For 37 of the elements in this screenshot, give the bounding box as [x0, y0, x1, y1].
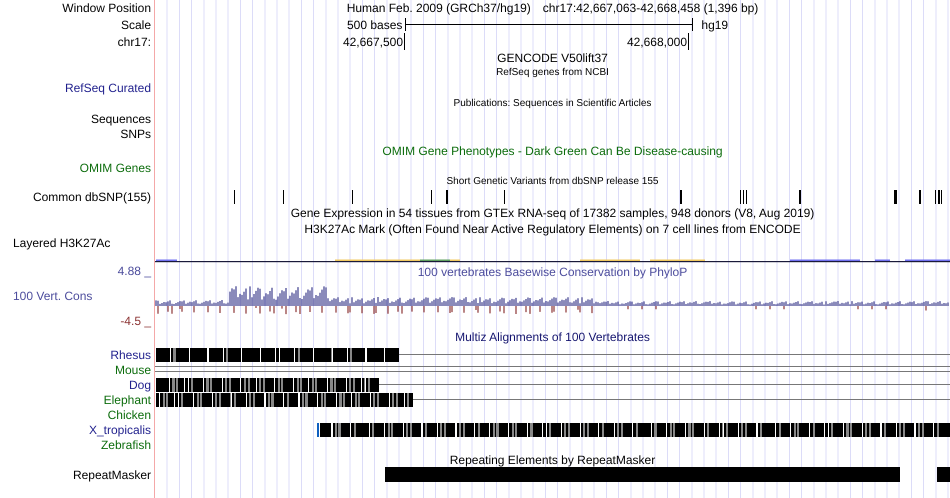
- track-title: Publications: Sequences in Scientific Articles: [454, 98, 652, 108]
- track-title: H3K27Ac Mark (Often Found Near Active Regulatory Elements) on 7 cell lines from ENCODE: [304, 222, 801, 234]
- axis-max-label: 4.88 _: [118, 265, 151, 277]
- species-label[interactable]: Mouse: [114, 364, 151, 376]
- track-title: OMIM Gene Phenotypes - Dark Green Can Be Disease-causing: [382, 145, 723, 157]
- scale-assembly: hg19: [701, 18, 728, 30]
- track-title: RefSeq genes from NCBI: [496, 68, 609, 78]
- position-label: chr17:42,667,063-42,668,458 (1,396 bp): [542, 2, 758, 14]
- species-label[interactable]: Dog: [128, 378, 151, 390]
- track-label: Window Position: [61, 0, 152, 16]
- repeat-bar: [937, 467, 950, 482]
- track-label[interactable]: RefSeq Curated: [64, 82, 151, 94]
- assembly-label: Human Feb. 2009 (GRCh37/hg19): [346, 2, 531, 14]
- axis-min-label: -4.5 _: [120, 315, 151, 327]
- coordinate-label: 42,667,500: [342, 33, 405, 50]
- species-label[interactable]: Zebrafish: [100, 438, 151, 450]
- track-label[interactable]: SNPs: [120, 128, 151, 140]
- track-title: Gene Expression in 54 tissues from GTEx RNA-seq of 17382 samples, 948 donors (V8, Aug 2019): [290, 207, 814, 219]
- track-title: Repeating Elements by RepeatMasker: [450, 454, 656, 466]
- track-label[interactable]: 100 Vert. Cons: [0, 290, 92, 302]
- track-label[interactable]: RepeatMasker: [72, 469, 151, 481]
- scale-length: 500 bases: [347, 18, 402, 30]
- species-label[interactable]: Rhesus: [110, 348, 151, 360]
- species-label[interactable]: X_tropicalis: [88, 424, 151, 436]
- track-title: Short Genetic Variants from dbSNP release 155: [446, 176, 658, 186]
- track-label[interactable]: Sequences: [90, 112, 151, 124]
- track-label: chr17:: [116, 34, 152, 50]
- species-label[interactable]: Chicken: [108, 408, 151, 420]
- track-title: GENCODE V50lift37: [497, 52, 608, 64]
- track-title: Multiz Alignments of 100 Vertebrates: [455, 331, 650, 343]
- track-label[interactable]: Layered H3K27Ac: [13, 237, 110, 249]
- track-label[interactable]: OMIM Genes: [80, 162, 151, 174]
- track-label[interactable]: Common dbSNP(155): [32, 191, 151, 203]
- coordinate-label: 42,668,000: [626, 33, 689, 50]
- species-label[interactable]: Elephant: [104, 394, 151, 406]
- track-title: 100 vertebrates Basewise Conservation by PhyloP: [418, 266, 688, 278]
- track-label: Scale: [120, 16, 152, 33]
